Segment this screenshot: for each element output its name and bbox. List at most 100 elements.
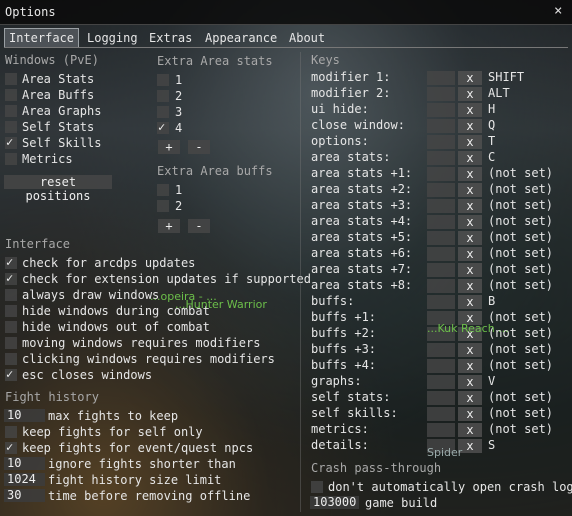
extra-stats-2-checkbox[interactable] bbox=[157, 90, 169, 102]
key-value: Q bbox=[488, 118, 496, 132]
clear-key-button[interactable]: x bbox=[458, 279, 482, 293]
key-bind-field[interactable] bbox=[427, 391, 455, 405]
fight-history-header: Fight history bbox=[5, 390, 99, 404]
clear-key-button[interactable]: x bbox=[458, 103, 482, 117]
tab-interface[interactable]: Interface bbox=[4, 28, 80, 48]
self-skills-checkbox[interactable] bbox=[5, 135, 17, 149]
clear-key-button[interactable]: x bbox=[458, 423, 482, 437]
key-label: area stats +6: bbox=[311, 246, 413, 260]
extra-stats-4-checkbox[interactable] bbox=[157, 120, 169, 134]
ignore-shorter-input[interactable]: 10 bbox=[4, 457, 45, 470]
clear-key-button[interactable]: x bbox=[458, 391, 482, 405]
key-bind-field[interactable] bbox=[427, 359, 455, 373]
key-bind-field[interactable] bbox=[427, 423, 455, 437]
area-stats-checkbox[interactable] bbox=[5, 73, 17, 85]
extra-buffs-plus-button[interactable]: + bbox=[158, 219, 180, 233]
key-label: details: bbox=[311, 438, 369, 452]
tab-logging[interactable]: Logging bbox=[82, 28, 143, 48]
extra-buffs-minus-button[interactable]: - bbox=[188, 219, 210, 233]
clear-key-button[interactable]: x bbox=[458, 343, 482, 357]
key-bind-field[interactable] bbox=[427, 407, 455, 421]
key-bind-field[interactable] bbox=[427, 103, 455, 117]
clear-key-button[interactable]: x bbox=[458, 215, 482, 229]
key-bind-field[interactable] bbox=[427, 151, 455, 165]
key-bind-field[interactable] bbox=[427, 135, 455, 149]
max-fights-input[interactable]: 10 bbox=[4, 409, 45, 422]
key-bind-field[interactable] bbox=[427, 343, 455, 357]
arcdps-updates-checkbox[interactable] bbox=[5, 255, 17, 269]
hide-out-of-combat-checkbox[interactable] bbox=[5, 321, 17, 333]
key-bind-field[interactable] bbox=[427, 167, 455, 181]
key-label: area stats +1: bbox=[311, 166, 413, 180]
column-divider bbox=[300, 52, 301, 512]
key-value: (not set) bbox=[488, 406, 554, 420]
clear-key-button[interactable]: x bbox=[458, 183, 482, 197]
clear-key-button[interactable]: x bbox=[458, 231, 482, 245]
key-bind-field[interactable] bbox=[427, 247, 455, 261]
extra-buffs-2-checkbox[interactable] bbox=[157, 200, 169, 212]
clear-key-button[interactable]: x bbox=[458, 135, 482, 149]
no-open-crash-log-checkbox[interactable] bbox=[311, 481, 323, 493]
clear-key-button[interactable]: x bbox=[458, 199, 482, 213]
crash-header: Crash pass-through bbox=[311, 461, 442, 475]
size-limit-input[interactable]: 1024 bbox=[4, 473, 45, 486]
keep-self-checkbox[interactable] bbox=[5, 426, 17, 438]
extra-buffs-2-label: 2 bbox=[175, 199, 183, 213]
moving-modifiers-label: moving windows requires modifiers bbox=[22, 336, 261, 350]
key-bind-field[interactable] bbox=[427, 263, 455, 277]
key-bind-field[interactable] bbox=[427, 215, 455, 229]
extra-stats-4-label: 4 bbox=[175, 121, 183, 135]
hide-during-combat-checkbox[interactable] bbox=[5, 305, 17, 317]
key-value: (not set) bbox=[488, 198, 554, 212]
key-value: (not set) bbox=[488, 246, 554, 260]
clear-key-button[interactable]: x bbox=[458, 263, 482, 277]
clear-key-button[interactable]: x bbox=[458, 295, 482, 309]
clear-key-button[interactable]: x bbox=[458, 87, 482, 101]
tab-divider bbox=[4, 47, 568, 48]
key-bind-field[interactable] bbox=[427, 295, 455, 309]
key-bind-field[interactable] bbox=[427, 279, 455, 293]
extra-stats-minus-button[interactable]: - bbox=[188, 140, 210, 154]
tab-appearance[interactable]: Appearance bbox=[200, 28, 282, 48]
area-buffs-checkbox[interactable] bbox=[5, 89, 17, 101]
area-graphs-checkbox[interactable] bbox=[5, 105, 17, 117]
extension-updates-checkbox[interactable] bbox=[5, 271, 17, 285]
keep-npcs-checkbox[interactable] bbox=[5, 440, 17, 454]
key-bind-field[interactable] bbox=[427, 199, 455, 213]
key-bind-field[interactable] bbox=[427, 119, 455, 133]
key-bind-field[interactable] bbox=[427, 87, 455, 101]
reset-positions-button[interactable]: reset positions bbox=[4, 175, 112, 203]
extra-buffs-1-checkbox[interactable] bbox=[157, 184, 169, 196]
extra-stats-1-checkbox[interactable] bbox=[157, 74, 169, 86]
clear-key-button[interactable]: x bbox=[458, 359, 482, 373]
key-bind-field[interactable] bbox=[427, 231, 455, 245]
close-icon[interactable]: × bbox=[554, 3, 562, 19]
clicking-modifiers-checkbox[interactable] bbox=[5, 353, 17, 365]
area-buffs-label: Area Buffs bbox=[22, 88, 95, 102]
key-bind-field[interactable] bbox=[427, 71, 455, 85]
clear-key-button[interactable]: x bbox=[458, 375, 482, 389]
moving-modifiers-checkbox[interactable] bbox=[5, 337, 17, 349]
game-build-input[interactable]: 103000 bbox=[310, 496, 359, 509]
remove-offline-input[interactable]: 30 bbox=[4, 489, 45, 502]
key-bind-field[interactable] bbox=[427, 183, 455, 197]
key-label: modifier 1: bbox=[311, 70, 391, 84]
title-bar[interactable]: Options × bbox=[0, 0, 572, 25]
key-bind-field[interactable] bbox=[427, 375, 455, 389]
tab-extras[interactable]: Extras bbox=[144, 28, 197, 48]
clear-key-button[interactable]: x bbox=[458, 71, 482, 85]
esc-closes-checkbox[interactable] bbox=[5, 367, 17, 381]
remove-offline-label: time before removing offline bbox=[48, 489, 251, 503]
clear-key-button[interactable]: x bbox=[458, 407, 482, 421]
key-value: ALT bbox=[488, 86, 510, 100]
tab-about[interactable]: About bbox=[284, 28, 330, 48]
extra-stats-plus-button[interactable]: + bbox=[158, 140, 180, 154]
clear-key-button[interactable]: x bbox=[458, 151, 482, 165]
metrics-checkbox[interactable] bbox=[5, 153, 17, 165]
extra-stats-3-checkbox[interactable] bbox=[157, 106, 169, 118]
clear-key-button[interactable]: x bbox=[458, 167, 482, 181]
clear-key-button[interactable]: x bbox=[458, 247, 482, 261]
always-draw-checkbox[interactable] bbox=[5, 289, 17, 301]
clear-key-button[interactable]: x bbox=[458, 119, 482, 133]
self-stats-checkbox[interactable] bbox=[5, 121, 17, 133]
